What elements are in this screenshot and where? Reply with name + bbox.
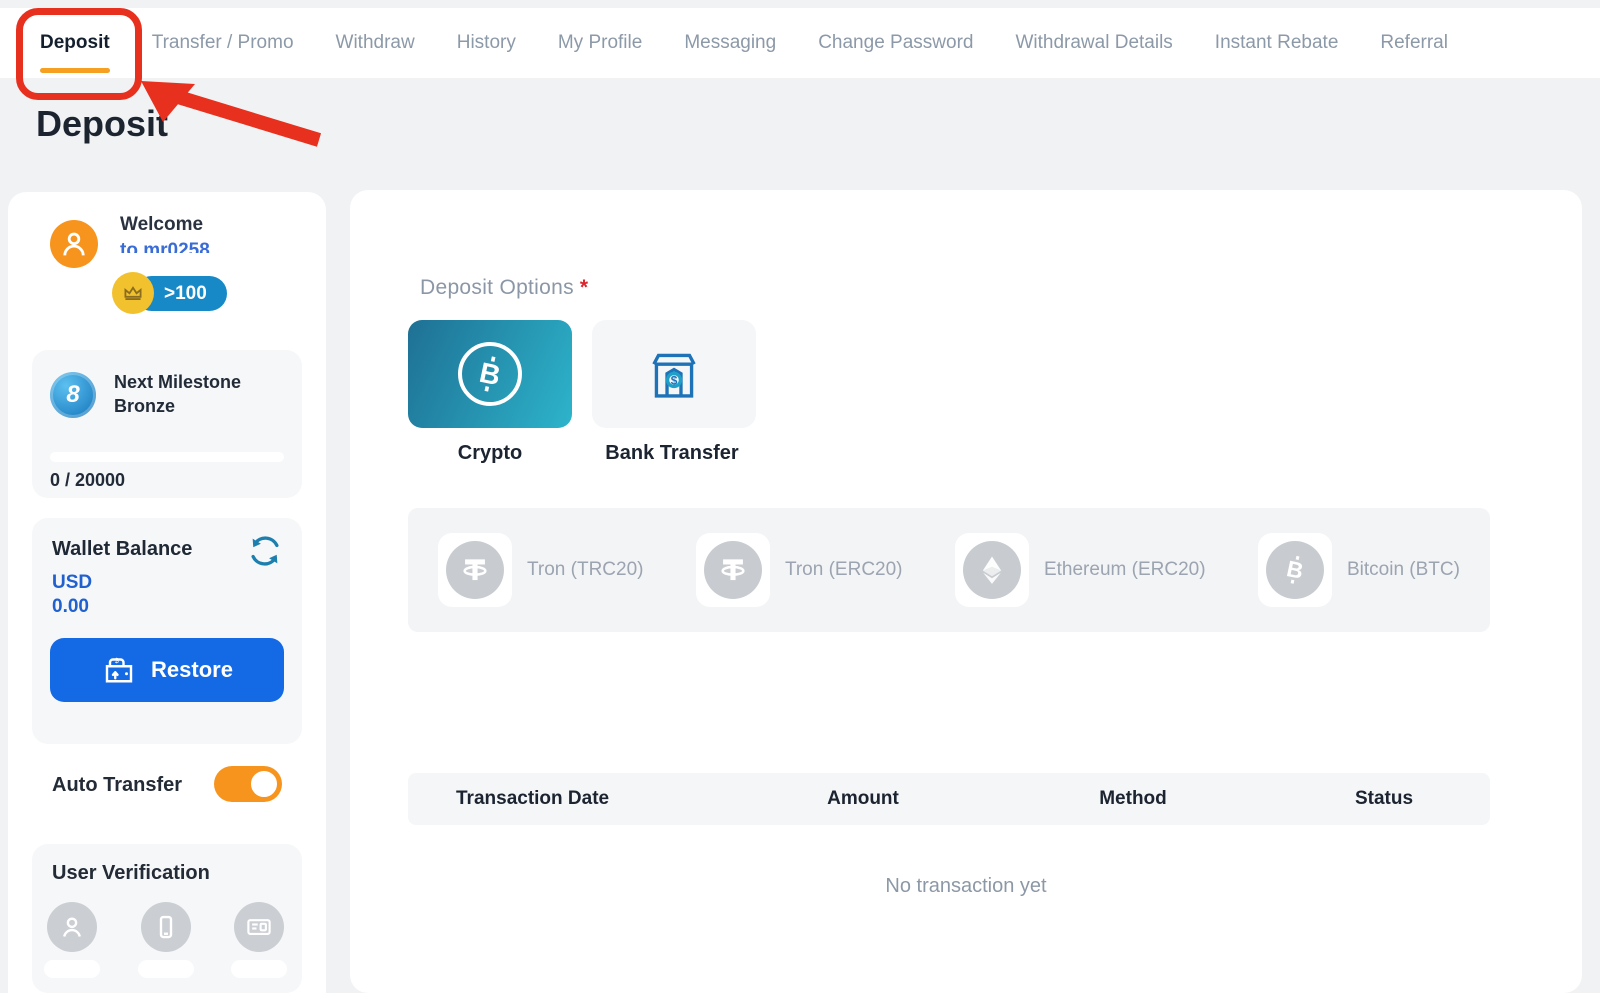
user-avatar-icon <box>50 220 98 268</box>
nav-tab-withdraw[interactable]: Withdraw <box>336 8 415 78</box>
id-card-verification-icon[interactable] <box>234 902 284 952</box>
welcome-text: Welcome <box>120 214 203 236</box>
required-asterisk: * <box>580 276 588 299</box>
ethereum-icon <box>975 553 1009 587</box>
wallet-amount: 0.00 <box>52 596 89 618</box>
nav-tab-messaging[interactable]: Messaging <box>684 8 776 78</box>
wallet-card: Wallet Balance USD 0.00 $ Restore <box>32 518 302 744</box>
crypto-option-label: Crypto <box>390 442 590 465</box>
milestone-progress-bar <box>50 452 284 462</box>
main-panel: Deposit Options* B $ Crypto Bank Transfe… <box>350 190 1582 993</box>
verification-label-placeholder <box>138 960 194 978</box>
nav-tab-referral[interactable]: Referral <box>1380 8 1448 78</box>
table-header-amount: Amount <box>738 788 988 810</box>
table-header-status: Status <box>1278 788 1490 810</box>
crypto-method-bitcoin-btc-[interactable]: B Bitcoin (BTC) <box>1258 533 1460 607</box>
table-header-method: Method <box>988 788 1278 810</box>
milestone-coin-icon: 8 <box>50 372 96 418</box>
wallet-balance-title: Wallet Balance <box>52 538 192 561</box>
svg-text:$: $ <box>671 373 678 387</box>
phone-verification-icon[interactable] <box>141 902 191 952</box>
tether-icon <box>716 553 750 587</box>
nav-tab-instant-rebate[interactable]: Instant Rebate <box>1215 8 1339 78</box>
nav-tab-withdrawal-details[interactable]: Withdrawal Details <box>1015 8 1172 78</box>
auto-transfer-toggle[interactable] <box>214 766 282 802</box>
milestone-title: Next Milestone <box>114 370 241 394</box>
table-header-transaction-date: Transaction Date <box>408 788 738 810</box>
auto-transfer-label: Auto Transfer <box>52 774 182 797</box>
toggle-knob <box>248 768 280 800</box>
svg-text:B: B <box>1284 556 1305 584</box>
user-verification-card: User Verification <box>32 844 302 993</box>
crypto-methods-row: Tron (TRC20) Tron (ERC20) Ethereum (ERC2… <box>408 508 1490 632</box>
bank-icon: $ <box>643 343 705 405</box>
milestone-card: 8 Next Milestone Bronze 0 / 20000 <box>32 350 302 498</box>
crypto-method-label: Tron (ERC20) <box>785 559 903 581</box>
page-title: Deposit <box>36 103 168 145</box>
level-badge: >100 <box>112 272 227 314</box>
verification-label-placeholder <box>231 960 287 978</box>
crypto-method-label: Tron (TRC20) <box>527 559 643 581</box>
crown-icon <box>112 272 154 314</box>
svg-text:$: $ <box>115 658 119 665</box>
nav-tab-change-password[interactable]: Change Password <box>818 8 973 78</box>
refresh-icon[interactable] <box>246 532 284 570</box>
identity-verification-icon[interactable] <box>47 902 97 952</box>
verification-label-placeholder <box>44 960 100 978</box>
bank-option-label: Bank Transfer <box>572 442 772 465</box>
crypto-method-tron-erc20-[interactable]: Tron (ERC20) <box>696 533 903 607</box>
empty-transactions-message: No transaction yet <box>350 875 1582 898</box>
crypto-method-label: Ethereum (ERC20) <box>1044 559 1206 581</box>
transactions-table-header: Transaction DateAmountMethodStatus <box>408 773 1490 825</box>
sidebar: Welcome to mr0258 >100 8 Next Milestone … <box>8 192 326 993</box>
restore-label: Restore <box>151 657 233 683</box>
top-navigation: Deposit Transfer / Promo Withdraw Histor… <box>0 8 1600 78</box>
deposit-options-title: Deposit Options* <box>420 276 588 300</box>
wallet-currency: USD <box>52 572 92 594</box>
milestone-level: Bronze <box>114 394 241 418</box>
crypto-method-ethereum-erc20-[interactable]: Ethereum (ERC20) <box>955 533 1206 607</box>
wallet-icon: $ <box>101 652 137 688</box>
nav-tab-my-profile[interactable]: My Profile <box>558 8 642 78</box>
crypto-method-tron-trc20-[interactable]: Tron (TRC20) <box>438 533 643 607</box>
crypto-method-label: Bitcoin (BTC) <box>1347 559 1460 581</box>
nav-tab-transfer-promo[interactable]: Transfer / Promo <box>152 8 294 78</box>
deposit-option-bank-transfer[interactable]: $ <box>592 320 756 428</box>
milestone-progress-text: 0 / 20000 <box>50 470 125 491</box>
deposit-option-crypto[interactable]: B <box>408 320 572 428</box>
nav-tab-history[interactable]: History <box>457 8 516 78</box>
svg-text:B: B <box>477 357 504 393</box>
bitcoin-icon: B <box>1277 552 1313 588</box>
restore-button[interactable]: $ Restore <box>50 638 284 702</box>
bitcoin-circle-icon: B <box>458 342 522 406</box>
welcome-username: to mr0258 <box>120 240 210 253</box>
user-verification-title: User Verification <box>52 862 210 885</box>
nav-tab-deposit[interactable]: Deposit <box>40 8 110 78</box>
tether-icon <box>458 553 492 587</box>
